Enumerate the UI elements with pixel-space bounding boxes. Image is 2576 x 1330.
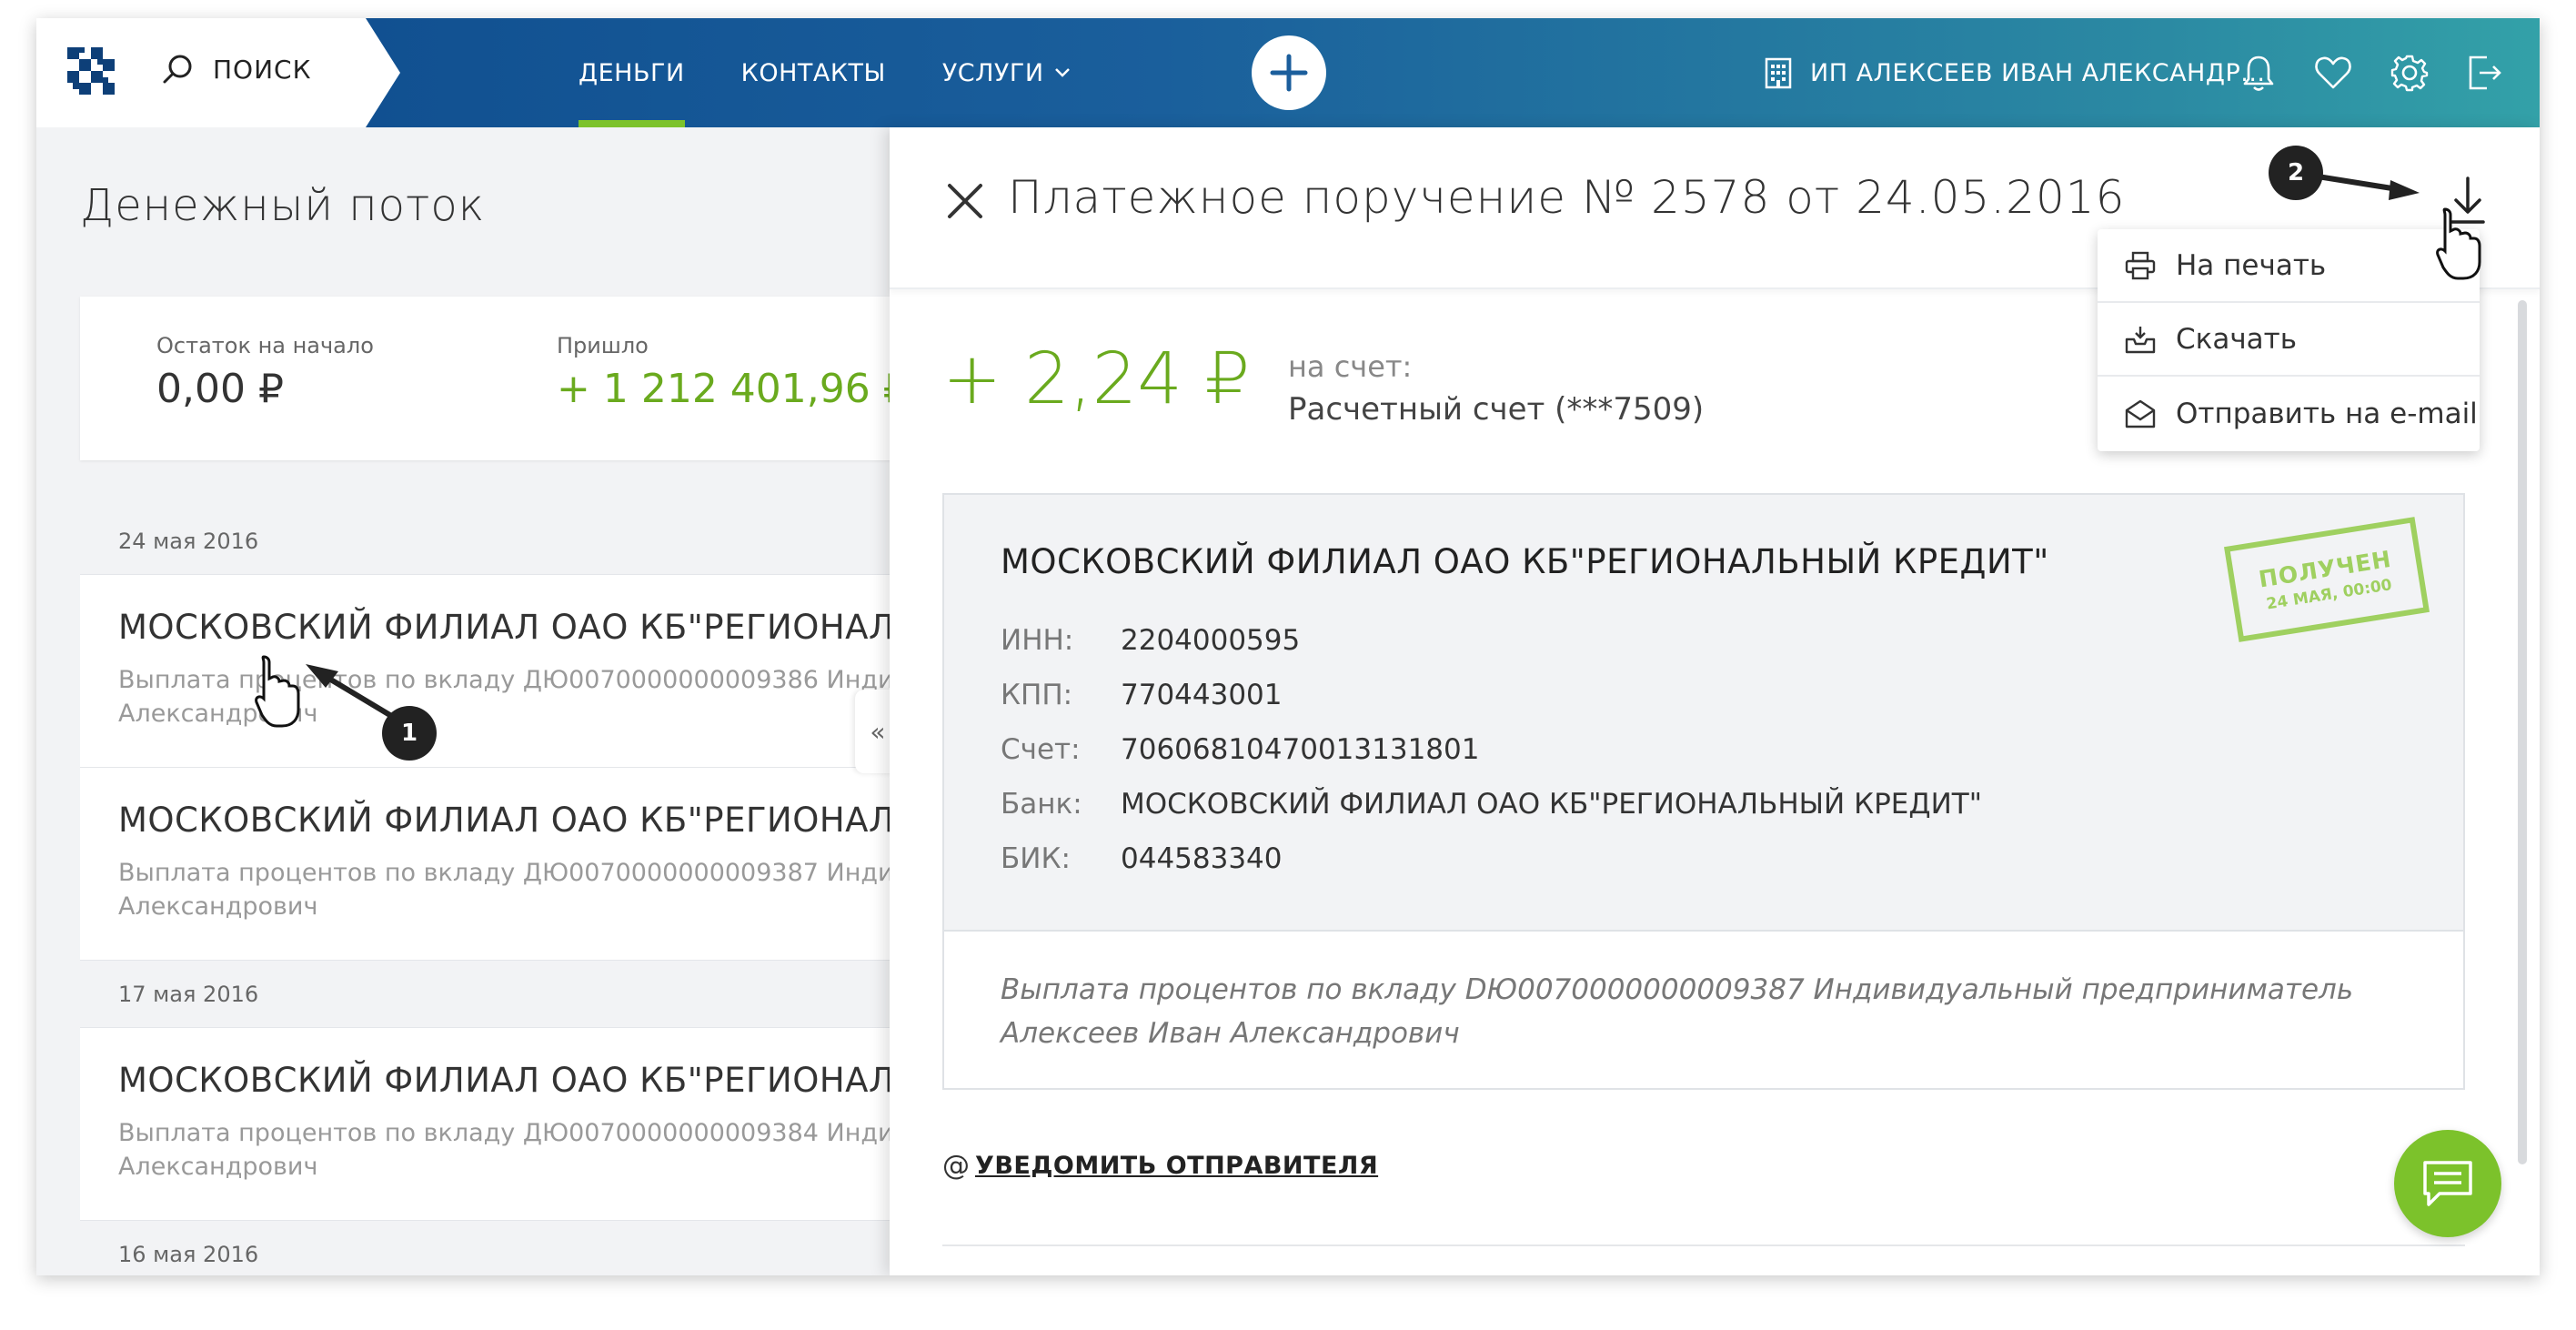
notify-sender-label: УВЕДОМИТЬ ОТПРАВИТЕЛЯ: [975, 1152, 1379, 1180]
opening-balance: Остаток на начало 0,00 ₽: [156, 333, 374, 412]
field-value: 70606810470013131801: [1121, 733, 1480, 766]
building-icon: [1765, 57, 1792, 89]
nav-item-money-label: ДЕНЬГИ: [579, 58, 685, 87]
search-icon: [163, 55, 192, 84]
opening-balance-value: 0,00 ₽: [156, 366, 284, 412]
panel-title: Платежное поручение № 2578 от 24.05.2016: [1008, 171, 2126, 224]
plus-icon: [1270, 54, 1308, 92]
notify-sender-link[interactable]: @ УВЕДОМИТЬ ОТПРАВИТЕЛЯ: [942, 1150, 1378, 1182]
panel-scrollbar[interactable]: [2518, 300, 2527, 1164]
divider: [942, 1244, 2465, 1246]
operation-description-line: Выплата процентов по вкладу ДЮ0070000000…: [118, 1119, 953, 1147]
create-button[interactable]: [1252, 35, 1326, 110]
operation-description: Выплата процентов по вкладу ДЮ0070000000…: [118, 856, 953, 923]
heart-icon[interactable]: [2314, 55, 2352, 90]
field-value: 770443001: [1121, 679, 1283, 711]
incoming-value: + 1 212 401,96 ₽: [557, 366, 909, 412]
chevron-down-icon: [1054, 68, 1070, 77]
search-button[interactable]: ПОИСК: [162, 53, 311, 86]
operations-list: 24 мая 2016 МОСКОВСКИЙ ФИЛИАЛ ОАО КБ"РЕГ…: [80, 508, 953, 1275]
account-value: Расчетный счет (***7509): [1288, 391, 1705, 428]
payer-details: МОСКОВСКИЙ ФИЛИАЛ ОАО КБ"РЕГИОНАЛЬНЫЙ КР…: [944, 495, 2463, 932]
field-value: МОСКОВСКИЙ ФИЛИАЛ ОАО КБ"РЕГИОНАЛЬНЫЙ КР…: [1121, 788, 1982, 821]
chat-icon: [2423, 1161, 2472, 1206]
date-group-header: 24 мая 2016: [80, 508, 953, 575]
operation-description: Выплата процентов по вкладу ДЮ0070000000…: [118, 1116, 953, 1184]
menu-item-download[interactable]: Скачать: [2098, 303, 2480, 377]
payment-purpose: Выплата процентов по вкладу DЮ0070000000…: [1001, 973, 2354, 1050]
operation-row[interactable]: МОСКОВСКИЙ ФИЛИАЛ ОАО КБ"РЕГИОНАЛЬНЫЙ КР…: [80, 575, 953, 768]
field-label: Счет:: [1001, 733, 1081, 766]
main-nav: ДЕНЬГИ КОНТАКТЫ УСЛУГИ: [579, 18, 1128, 127]
annotation-badge-2: 2: [2269, 146, 2323, 200]
nav-item-contacts[interactable]: КОНТАКТЫ: [741, 18, 886, 127]
field-label: ИНН:: [1001, 624, 1074, 657]
tray-download-icon: [2125, 326, 2156, 353]
logout-icon[interactable]: [2467, 54, 2503, 92]
menu-item-print[interactable]: На печать: [2098, 229, 2480, 303]
nav-item-contacts-label: КОНТАКТЫ: [740, 58, 886, 87]
field-inn: ИНН: 2204000595: [1001, 613, 1982, 668]
payment-document: МОСКОВСКИЙ ФИЛИАЛ ОАО КБ"РЕГИОНАЛЬНЫЙ КР…: [942, 493, 2465, 1090]
gear-icon[interactable]: [2390, 54, 2429, 92]
download-menu: На печать Скачать Отправить на e-mail: [2098, 229, 2480, 451]
logo-icon[interactable]: [67, 47, 115, 95]
field-label: КПП:: [1001, 679, 1073, 711]
nav-item-services[interactable]: УСЛУГИ: [942, 18, 1072, 127]
operation-title: МОСКОВСКИЙ ФИЛИАЛ ОАО КБ"РЕГИОНАЛЬНЫЙ КР…: [118, 608, 953, 647]
page-title: Денежный поток: [80, 180, 486, 231]
date-group-header: 16 мая 2016: [80, 1221, 953, 1275]
received-stamp: ПОЛУЧЕН 24 МАЯ, 00:00: [2224, 517, 2430, 642]
field-account: Счет: 70606810470013131801: [1001, 722, 1982, 777]
nav-item-money[interactable]: ДЕНЬГИ: [579, 18, 685, 127]
payer-fields: ИНН: 2204000595 КПП: 770443001 Счет: 706068…: [1001, 613, 1982, 886]
printer-icon: [2125, 251, 2156, 279]
payer-name: МОСКОВСКИЙ ФИЛИАЛ ОАО КБ"РЕГИОНАЛЬНЫЙ КР…: [1001, 542, 2049, 581]
menu-item-label: Отправить на e-mail: [2176, 397, 2478, 430]
brand-area: ПОИСК: [36, 18, 400, 127]
field-kpp: КПП: 770443001: [1001, 668, 1982, 722]
organization-selector[interactable]: ИП АЛЕКСЕЕВ ИВАН АЛЕКСАНДР...: [1763, 18, 2266, 127]
account-label: на счет:: [1288, 349, 1413, 384]
date-group-header: 17 мая 2016: [80, 961, 953, 1028]
at-icon: @: [942, 1150, 970, 1182]
operation-description-line: Александрович: [118, 1153, 318, 1181]
incoming-label: Пришло: [557, 333, 649, 358]
download-icon[interactable]: [2445, 175, 2490, 226]
top-navigation-bar: ПОИСК ДЕНЬГИ КОНТАКТЫ УСЛУГИ ИП АЛЕКСЕЕВ…: [36, 18, 2540, 127]
balance-summary-card: Остаток на начало 0,00 ₽ Пришло + 1 212 …: [80, 297, 953, 460]
organization-name: ИП АЛЕКСЕЕВ ИВАН АЛЕКСАНДР...: [1810, 58, 2266, 87]
opening-balance-label: Остаток на начало: [156, 333, 374, 358]
operation-title: МОСКОВСКИЙ ФИЛИАЛ ОАО КБ"РЕГИОНАЛЬНЫЙ КР…: [118, 801, 953, 840]
field-value: 044583340: [1121, 842, 1283, 875]
operation-description-line: Александрович: [118, 700, 318, 728]
operation-description: Выплата процентов по вкладу ДЮ0070000000…: [118, 663, 953, 730]
operation-row[interactable]: МОСКОВСКИЙ ФИЛИАЛ ОАО КБ"РЕГИОНАЛЬНЫЙ КР…: [80, 1028, 953, 1221]
field-label: Банк:: [1001, 788, 1082, 821]
field-bik: БИК: 044583340: [1001, 831, 1982, 886]
envelope-icon: [2125, 399, 2156, 428]
incoming-total: Пришло + 1 212 401,96 ₽: [557, 333, 909, 412]
search-label: ПОИСК: [213, 54, 312, 85]
menu-item-label: На печать: [2176, 248, 2327, 282]
operation-description-line: Александрович: [118, 892, 318, 921]
menu-item-email[interactable]: Отправить на e-mail: [2098, 377, 2480, 450]
app-window: ПОИСК ДЕНЬГИ КОНТАКТЫ УСЛУГИ ИП АЛЕКСЕЕВ…: [36, 18, 2540, 1275]
field-value: 2204000595: [1121, 624, 1301, 657]
close-icon[interactable]: [942, 178, 988, 224]
annotation-badge-1: 1: [382, 706, 437, 761]
chat-button[interactable]: [2394, 1130, 2501, 1237]
field-label: БИК:: [1001, 842, 1071, 875]
operation-title: МОСКОВСКИЙ ФИЛИАЛ ОАО КБ"РЕГИОНАЛЬНЫЙ КР…: [118, 1061, 953, 1100]
bell-icon[interactable]: [2241, 54, 2276, 92]
operation-description-line: Выплата процентов по вкладу ДЮ0070000000…: [118, 666, 953, 694]
header-actions: [2241, 18, 2503, 127]
field-bank: Банк: МОСКОВСКИЙ ФИЛИАЛ ОАО КБ"РЕГИОНАЛЬН…: [1001, 777, 1982, 831]
operation-row[interactable]: МОСКОВСКИЙ ФИЛИАЛ ОАО КБ"РЕГИОНАЛЬНЫЙ КР…: [80, 768, 953, 961]
menu-item-label: Скачать: [2176, 322, 2298, 356]
nav-item-services-label: УСЛУГИ: [941, 58, 1044, 87]
payment-amount: + 2,24 ₽: [942, 338, 1251, 420]
operation-description-line: Выплата процентов по вкладу ДЮ0070000000…: [118, 859, 953, 887]
